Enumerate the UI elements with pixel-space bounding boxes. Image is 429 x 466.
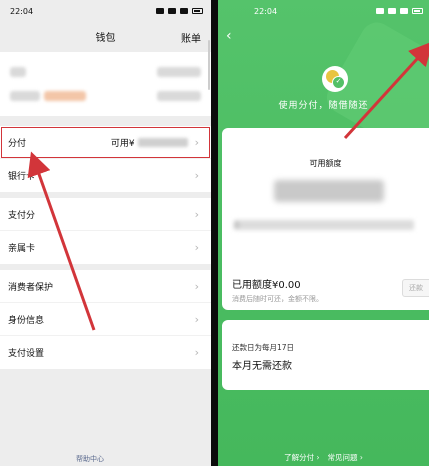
chevron-right-icon: › xyxy=(194,346,199,359)
menu-label: 支付分 xyxy=(8,210,36,221)
menu-group: 分付 可用¥ › 银行卡 › xyxy=(0,126,211,192)
menu-row-consumer-protection[interactable]: 消费者保护 › xyxy=(0,270,211,303)
menu-label: 身份信息 xyxy=(8,315,45,326)
alarm-icon xyxy=(156,8,164,14)
menu-row-fenfu[interactable]: 分付 可用¥ › xyxy=(0,126,211,159)
footer-links: 了解分付 › 常见问题 › xyxy=(218,452,429,463)
redacted-block xyxy=(10,91,40,101)
due-date: 还款日为每月17日 xyxy=(232,343,295,352)
redacted-amount xyxy=(137,137,188,147)
status-bar: 22:04 xyxy=(0,0,211,22)
chevron-right-icon: › xyxy=(194,241,199,254)
menu-label: 分付 xyxy=(8,138,27,149)
repayment-panel: 还款日为每月17日 本月无需还款 xyxy=(222,320,429,390)
balance-card-redacted xyxy=(0,52,211,116)
screenshot-composite: 22:04 钱包 账单 分付 可用¥ › 银行卡 › 支付分 › 亲属卡 › 消… xyxy=(0,0,429,466)
chevron-right-icon: › xyxy=(194,169,199,182)
redacted-group xyxy=(10,91,86,101)
wallet-menu: 分付 可用¥ › 银行卡 › 支付分 › 亲属卡 › 消费者保护 › 身份信息 … xyxy=(0,126,211,375)
bill-link[interactable]: 账单 xyxy=(181,30,201,45)
menu-label: 银行卡 xyxy=(8,172,36,182)
redacted-block xyxy=(157,67,201,77)
redacted-total-line: 总 xyxy=(233,220,414,230)
repay-button[interactable]: 还款 xyxy=(402,279,429,297)
credit-card-panel: 可用额度 总 已用额度¥0.00 消费后随时可还，金额不限。 还款 xyxy=(222,128,429,310)
wallet-navbar: 钱包 账单 xyxy=(0,22,211,50)
status-bar: 22:04 xyxy=(218,0,429,22)
menu-row-pay-settings[interactable]: 支付设置 › xyxy=(0,336,211,369)
credit-label: 可用额度 xyxy=(309,159,342,168)
menu-label: 支付设置 xyxy=(8,349,45,359)
menu-row-identity[interactable]: 身份信息 › xyxy=(0,303,211,336)
wifi-icon xyxy=(388,8,396,14)
menu-row-pay-score[interactable]: 支付分 › xyxy=(0,198,211,231)
signal-icon xyxy=(180,8,188,14)
total-prefix: 总 xyxy=(233,221,240,229)
status-icons xyxy=(376,8,423,14)
alarm-icon xyxy=(376,8,384,14)
menu-group: 支付分 › 亲属卡 › xyxy=(0,198,211,264)
menu-row-family-card[interactable]: 亲属卡 › xyxy=(0,231,211,264)
status-icons xyxy=(156,8,203,14)
battery-icon xyxy=(412,8,423,14)
faq-link[interactable]: 常见问题 › xyxy=(328,452,363,463)
wifi-icon xyxy=(168,8,176,14)
menu-label: 亲属卡 xyxy=(8,244,36,254)
chevron-right-icon: › xyxy=(194,279,199,293)
menu-label: 消费者保护 xyxy=(8,282,54,293)
redacted-row xyxy=(10,84,201,108)
fenfu-available: 可用¥ › xyxy=(111,136,199,149)
redacted-block xyxy=(157,91,201,101)
check-icon: ✓ xyxy=(332,76,345,89)
help-center-link[interactable]: 帮助中心 xyxy=(0,454,180,464)
page-title: 钱包 xyxy=(95,32,116,44)
redacted-block xyxy=(44,91,86,101)
fenfu-logo-icon: ✓ xyxy=(322,66,348,92)
battery-icon xyxy=(192,8,203,14)
no-repay-text: 本月无需还款 xyxy=(232,361,292,372)
chevron-right-icon: › xyxy=(194,135,199,149)
used-hint: 消费后随时可还，金额不限。 xyxy=(232,295,323,303)
redacted-row xyxy=(10,60,201,84)
status-time: 22:04 xyxy=(10,6,34,16)
fenfu-screen: 22:04 ‹ ✓ 使用分付，随借随还 可用额度 总 已用额度¥0.00 消费后… xyxy=(218,0,429,466)
slogan: 使用分付，随借随还 xyxy=(278,101,369,111)
learn-fenfu-link[interactable]: 了解分付 › xyxy=(284,452,319,463)
signal-icon xyxy=(400,8,408,14)
menu-group: 消费者保护 › 身份信息 › 支付设置 › xyxy=(0,270,211,369)
available-label: 可用¥ xyxy=(110,138,135,149)
chevron-right-icon: › xyxy=(194,207,199,221)
redacted-credit-amount xyxy=(274,180,384,202)
chevron-right-icon: › xyxy=(194,312,199,326)
redacted-block xyxy=(10,67,26,77)
wallet-screen: 22:04 钱包 账单 分付 可用¥ › 银行卡 › 支付分 › 亲属卡 › 消… xyxy=(0,0,211,466)
screen-divider xyxy=(211,0,218,466)
used-amount: 已用额度¥0.00 xyxy=(232,280,301,291)
menu-row-bank-card[interactable]: 银行卡 › xyxy=(0,159,211,192)
back-icon[interactable]: ‹ xyxy=(226,28,232,44)
status-time: 22:04 xyxy=(254,6,278,16)
scrollbar[interactable] xyxy=(208,40,210,90)
